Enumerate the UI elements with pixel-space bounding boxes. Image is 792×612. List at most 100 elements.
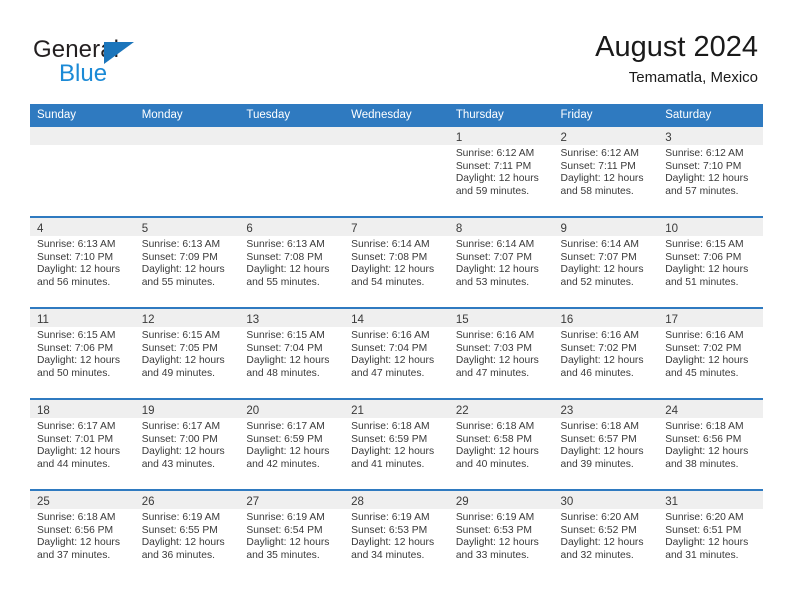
day-cell[interactable]: 5 Sunrise: 6:13 AM Sunset: 7:09 PM Daylight… [134, 216, 240, 308]
sunset-text: Sunset: 6:59 PM [351, 433, 428, 445]
daylight-text: Daylight: 12 hours and 31 minutes. [665, 537, 749, 561]
day-cell[interactable]: 15 Sunrise: 6:16 AM Sunset: 7:03 PM Dayligh… [448, 307, 554, 399]
day-cell[interactable]: 3 Sunrise: 6:12 AM Sunset: 7:10 PM Daylight… [658, 127, 763, 217]
day-number: 22 [455, 405, 469, 417]
day-info: Sunrise: 6:16 AM Sunset: 7:03 PM Daylight:… [449, 327, 554, 380]
day-cell[interactable]: 16 Sunrise: 6:16 AM Sunset: 7:02 PM Dayligh… [553, 307, 659, 399]
daylight-text: Daylight: 12 hours and 54 minutes. [351, 264, 435, 288]
brand-logo[interactable]: General Blue [33, 36, 263, 92]
daylight-text: Daylight: 12 hours and 45 minutes. [665, 355, 749, 379]
daylight-text: Daylight: 12 hours and 53 minutes. [455, 264, 539, 288]
day-number: 29 [455, 496, 469, 508]
day-cell[interactable]: 14 Sunrise: 6:16 AM Sunset: 7:04 PM Dayligh… [344, 307, 449, 399]
day-number: 8 [455, 223, 463, 235]
day-cell[interactable]: 7 Sunrise: 6:14 AM Sunset: 7:08 PM Daylight… [344, 216, 449, 308]
day-number: 31 [665, 496, 679, 508]
daylight-text: Daylight: 12 hours and 56 minutes. [37, 264, 120, 288]
sunrise-text: Sunrise: 6:19 AM [455, 512, 535, 523]
sunrise-text: Sunrise: 6:15 AM [141, 330, 221, 341]
day-info: Sunrise: 6:13 AM Sunset: 7:08 PM Daylight:… [239, 236, 344, 289]
day-cell[interactable]: 1 Sunrise: 6:12 AM Sunset: 7:11 PM Daylight… [448, 127, 554, 217]
day-cell[interactable]: 8 Sunrise: 6:14 AM Sunset: 7:07 PM Daylight… [448, 216, 554, 308]
day-number-band: 17 [658, 309, 763, 327]
daylight-text: Daylight: 12 hours and 41 minutes. [351, 446, 435, 470]
day-cell[interactable]: 27 Sunrise: 6:19 AM Sunset: 6:54 PM Dayligh… [239, 489, 345, 580]
weekday-header-row: Sunday Monday Tuesday Wednesday Thursday… [30, 104, 763, 127]
day-number: 5 [141, 223, 149, 235]
day-cell[interactable]: 28 Sunrise: 6:19 AM Sunset: 6:53 PM Dayligh… [344, 489, 449, 580]
day-info: Sunrise: 6:12 AM Sunset: 7:11 PM Daylight:… [449, 145, 554, 198]
day-cell[interactable]: 25 Sunrise: 6:18 AM Sunset: 6:56 PM Dayligh… [30, 489, 135, 580]
day-number: 30 [560, 496, 574, 508]
day-cell[interactable]: 9 Sunrise: 6:14 AM Sunset: 7:07 PM Daylight… [553, 216, 659, 308]
day-number-band: 1 [448, 127, 554, 145]
sunrise-text: Sunrise: 6:17 AM [141, 421, 221, 432]
sunset-text: Sunset: 7:11 PM [455, 160, 532, 172]
sunset-text: Sunset: 7:06 PM [665, 251, 742, 263]
sunrise-text: Sunrise: 6:20 AM [560, 512, 639, 523]
day-number-band: 22 [448, 400, 554, 418]
day-cell[interactable]: 23 Sunrise: 6:18 AM Sunset: 6:57 PM Dayligh… [553, 398, 659, 490]
day-cell[interactable]: 13 Sunrise: 6:15 AM Sunset: 7:04 PM Dayligh… [239, 307, 345, 399]
daylight-text: Daylight: 12 hours and 52 minutes. [560, 264, 644, 288]
day-cell[interactable]: 22 Sunrise: 6:18 AM Sunset: 6:58 PM Dayligh… [448, 398, 554, 490]
day-cell[interactable]: 12 Sunrise: 6:15 AM Sunset: 7:05 PM Dayligh… [134, 307, 240, 399]
day-info: Sunrise: 6:17 AM Sunset: 7:01 PM Daylight:… [30, 418, 135, 471]
day-cell[interactable]: 4 Sunrise: 6:13 AM Sunset: 7:10 PM Daylight… [30, 216, 135, 308]
daylight-text: Daylight: 12 hours and 46 minutes. [560, 355, 644, 379]
day-cell[interactable]: 11 Sunrise: 6:15 AM Sunset: 7:06 PM Dayligh… [30, 307, 135, 399]
calendar-page: General Blue August 2024 Temamatla, Mexi… [0, 0, 792, 612]
sunrise-text: Sunrise: 6:15 AM [246, 330, 325, 341]
sunset-text: Sunset: 6:53 PM [351, 524, 428, 536]
day-info: Sunrise: 6:14 AM Sunset: 7:08 PM Daylight:… [344, 236, 449, 289]
day-cell[interactable]: 31 Sunrise: 6:20 AM Sunset: 6:51 PM Dayligh… [658, 489, 763, 580]
day-cell[interactable]: 30 Sunrise: 6:20 AM Sunset: 6:52 PM Dayligh… [553, 489, 659, 580]
sunrise-text: Sunrise: 6:17 AM [246, 421, 325, 432]
day-cell[interactable]: 6 Sunrise: 6:13 AM Sunset: 7:08 PM Daylight… [239, 216, 345, 308]
weekday-header-wednesday: Wednesday [344, 104, 449, 127]
day-number-band: 7 [344, 218, 449, 236]
day-number-band: 8 [448, 218, 554, 236]
day-cell[interactable]: 17 Sunrise: 6:16 AM Sunset: 7:02 PM Dayligh… [658, 307, 763, 399]
day-info: Sunrise: 6:20 AM Sunset: 6:51 PM Daylight:… [658, 509, 763, 562]
day-cell[interactable]: 19 Sunrise: 6:17 AM Sunset: 7:00 PM Dayligh… [134, 398, 240, 490]
day-cell[interactable]: 29 Sunrise: 6:19 AM Sunset: 6:53 PM Dayligh… [448, 489, 554, 580]
sunrise-text: Sunrise: 6:15 AM [37, 330, 116, 341]
day-cell[interactable]: 2 Sunrise: 6:12 AM Sunset: 7:11 PM Daylight… [553, 127, 659, 217]
day-number: 19 [141, 405, 155, 417]
sunrise-text: Sunrise: 6:18 AM [455, 421, 535, 432]
day-info: Sunrise: 6:14 AM Sunset: 7:07 PM Daylight:… [554, 236, 659, 289]
day-cell[interactable]: 20 Sunrise: 6:17 AM Sunset: 6:59 PM Dayligh… [239, 398, 345, 490]
day-number: 1 [455, 132, 463, 144]
sunset-text: Sunset: 6:53 PM [455, 524, 532, 536]
day-info: Sunrise: 6:20 AM Sunset: 6:52 PM Daylight:… [554, 509, 659, 562]
sunrise-text: Sunrise: 6:14 AM [455, 239, 535, 250]
day-cell[interactable]: 21 Sunrise: 6:18 AM Sunset: 6:59 PM Dayligh… [344, 398, 449, 490]
brand-name-blue: Blue [59, 60, 108, 87]
day-number-band: 14 [344, 309, 449, 327]
day-number-band: 4 [30, 218, 135, 236]
sunrise-text: Sunrise: 6:13 AM [37, 239, 116, 250]
sunset-text: Sunset: 7:07 PM [455, 251, 532, 263]
day-cell[interactable]: 24 Sunrise: 6:18 AM Sunset: 6:56 PM Dayligh… [658, 398, 763, 490]
day-cell[interactable]: 26 Sunrise: 6:19 AM Sunset: 6:55 PM Dayligh… [134, 489, 240, 580]
day-number-band: 2 [553, 127, 659, 145]
sunrise-text: Sunrise: 6:14 AM [351, 239, 430, 250]
day-number-band: 6 [239, 218, 345, 236]
day-info: Sunrise: 6:19 AM Sunset: 6:55 PM Daylight:… [135, 509, 240, 562]
daylight-text: Daylight: 12 hours and 34 minutes. [351, 537, 435, 561]
day-number: 21 [351, 405, 364, 417]
sunset-text: Sunset: 6:52 PM [560, 524, 637, 536]
sunset-text: Sunset: 7:08 PM [246, 251, 323, 263]
day-number: 23 [560, 405, 574, 417]
daylight-text: Daylight: 12 hours and 38 minutes. [665, 446, 749, 470]
sunrise-text: Sunrise: 6:16 AM [560, 330, 639, 341]
day-number-band: 30 [553, 491, 659, 509]
day-cell[interactable]: 18 Sunrise: 6:17 AM Sunset: 7:01 PM Dayligh… [30, 398, 135, 490]
day-cell[interactable]: 10 Sunrise: 6:15 AM Sunset: 7:06 PM Dayligh… [658, 216, 763, 308]
day-number-band: 24 [658, 400, 763, 418]
day-number-band: 21 [344, 400, 449, 418]
daylight-text: Daylight: 12 hours and 57 minutes. [665, 173, 749, 197]
day-info: Sunrise: 6:18 AM Sunset: 6:56 PM Daylight:… [658, 418, 763, 471]
day-number: 16 [560, 314, 574, 326]
